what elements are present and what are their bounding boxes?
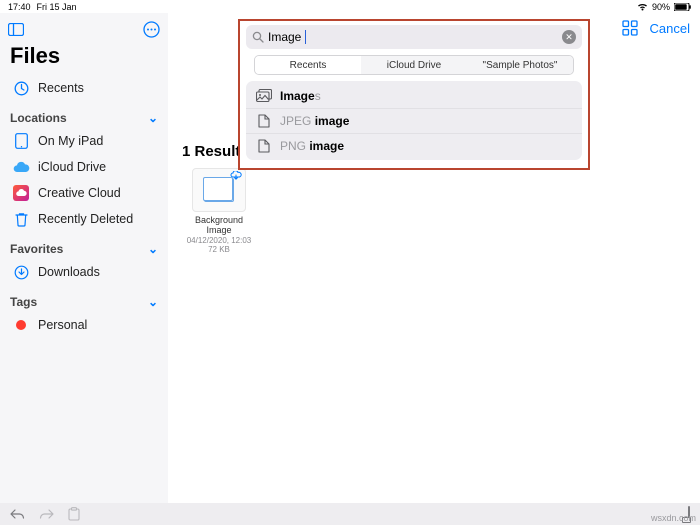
trash-icon xyxy=(12,212,30,227)
sidebar-item-creative-cloud[interactable]: Creative Cloud xyxy=(8,180,160,206)
sidebar-item-label: Recents xyxy=(38,81,84,95)
file-size: 72 KB xyxy=(182,245,256,255)
ipad-icon xyxy=(12,133,30,149)
file-icon xyxy=(256,139,272,153)
search-scope-segmented[interactable]: Recents iCloud Drive "Sample Photos" xyxy=(254,55,574,75)
wifi-icon xyxy=(637,3,648,11)
sidebar-item-label: Creative Cloud xyxy=(38,186,121,200)
search-field[interactable]: Image ✕ xyxy=(246,25,582,49)
chevron-down-icon: ⌄ xyxy=(148,242,158,256)
sidebar-section-tags[interactable]: Tags ⌄ xyxy=(10,295,158,309)
section-label: Favorites xyxy=(10,242,63,256)
cancel-button[interactable]: Cancel xyxy=(650,21,690,36)
cloud-download-icon xyxy=(230,171,242,181)
battery-icon xyxy=(674,3,692,11)
suggestion-images[interactable]: Images xyxy=(246,83,582,108)
sidebar-section-favorites[interactable]: Favorites ⌄ xyxy=(10,242,158,256)
section-label: Tags xyxy=(10,295,37,309)
sidebar-item-downloads[interactable]: Downloads xyxy=(8,259,160,285)
sidebar: Files Recents Locations ⌄ On My iPad iCl… xyxy=(0,13,168,503)
download-icon xyxy=(12,265,30,280)
tag-red-icon xyxy=(12,320,30,330)
scope-sample-photos[interactable]: "Sample Photos" xyxy=(467,56,573,74)
scope-icloud[interactable]: iCloud Drive xyxy=(361,56,467,74)
sidebar-item-label: Downloads xyxy=(38,265,100,279)
clear-icon[interactable]: ✕ xyxy=(562,30,576,44)
chevron-down-icon: ⌄ xyxy=(148,111,158,125)
sidebar-toggle-icon[interactable] xyxy=(8,23,24,36)
search-suggestions: Images JPEG image PNG image xyxy=(246,81,582,160)
sidebar-item-label: iCloud Drive xyxy=(38,160,106,174)
status-date: Fri 15 Jan xyxy=(37,2,77,12)
creative-cloud-icon xyxy=(12,185,30,201)
sidebar-item-label: Recently Deleted xyxy=(38,212,133,226)
icloud-icon xyxy=(12,161,30,173)
file-item[interactable]: BackgroundImage 04/12/2020, 12:03 72 KB xyxy=(182,168,256,255)
grid-icon[interactable] xyxy=(622,20,638,36)
clipboard-icon[interactable] xyxy=(68,507,80,521)
watermark: wsxdn.com xyxy=(651,513,696,523)
sidebar-item-tag-personal[interactable]: Personal xyxy=(8,312,160,338)
clock-icon xyxy=(12,81,30,96)
status-bar: 17:40 Fri 15 Jan 90% xyxy=(0,0,700,13)
sidebar-item-on-my-ipad[interactable]: On My iPad xyxy=(8,128,160,154)
more-icon[interactable] xyxy=(143,21,160,38)
suggestion-jpeg[interactable]: JPEG image xyxy=(246,108,582,133)
sidebar-item-recents[interactable]: Recents xyxy=(8,75,160,101)
text-caret xyxy=(305,30,306,44)
search-value: Image xyxy=(268,30,301,44)
main-content: Cancel 1 Result BackgroundImage 04/12/20… xyxy=(168,13,700,503)
sidebar-section-locations[interactable]: Locations ⌄ xyxy=(10,111,158,125)
battery-percent: 90% xyxy=(652,2,670,12)
search-icon xyxy=(252,31,264,43)
bottom-toolbar xyxy=(0,503,700,525)
scope-recents[interactable]: Recents xyxy=(255,56,361,74)
file-name: BackgroundImage xyxy=(182,216,256,236)
section-label: Locations xyxy=(10,111,67,125)
file-icon xyxy=(256,114,272,128)
sidebar-item-label: On My iPad xyxy=(38,134,103,148)
sidebar-title: Files xyxy=(10,43,160,69)
images-stack-icon xyxy=(256,89,272,102)
sidebar-item-label: Personal xyxy=(38,318,87,332)
status-time: 17:40 xyxy=(8,2,31,12)
suggestion-png[interactable]: PNG image xyxy=(246,133,582,158)
sidebar-item-recently-deleted[interactable]: Recently Deleted xyxy=(8,206,160,232)
file-thumbnail xyxy=(192,168,246,212)
redo-icon[interactable] xyxy=(39,508,54,521)
file-date: 04/12/2020, 12:03 xyxy=(182,236,256,246)
undo-icon[interactable] xyxy=(10,508,25,521)
chevron-down-icon: ⌄ xyxy=(148,295,158,309)
search-popover: Image ✕ Recents iCloud Drive "Sample Pho… xyxy=(238,19,590,170)
sidebar-item-icloud[interactable]: iCloud Drive xyxy=(8,154,160,180)
